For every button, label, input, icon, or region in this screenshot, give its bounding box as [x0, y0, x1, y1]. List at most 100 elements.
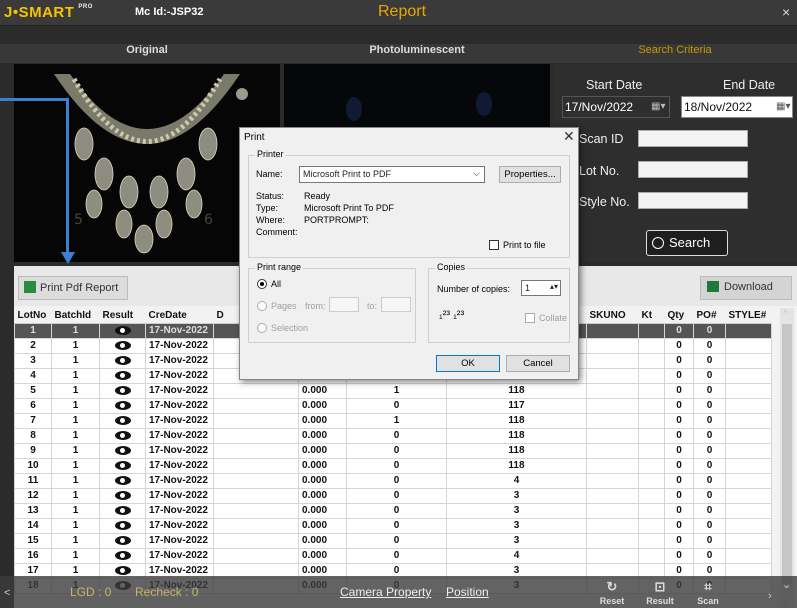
- pages-radio[interactable]: [257, 301, 267, 311]
- qty-cell: 0: [664, 397, 694, 414]
- d-cell: [213, 427, 299, 444]
- reset-button[interactable]: ↻ Reset: [592, 578, 632, 608]
- collate-checkbox[interactable]: [525, 313, 535, 323]
- title-bar: J•SMART PRO Mc Id:-JSP32 Report ×: [0, 0, 797, 26]
- to-input[interactable]: [381, 297, 411, 312]
- close-icon[interactable]: ✕: [563, 128, 575, 145]
- table-row[interactable]: 11 1 17-Nov-2022 0.000 0 4 0 0: [14, 472, 772, 489]
- table-row[interactable]: 12 1 17-Nov-2022 0.000 0 3 0 0: [14, 487, 772, 504]
- table-row[interactable]: 13 1 17-Nov-2022 0.000 0 3 0 0: [14, 502, 772, 519]
- scroll-right-icon[interactable]: ›: [768, 590, 772, 602]
- style-no-input[interactable]: [638, 192, 748, 209]
- eye-icon[interactable]: [114, 475, 131, 485]
- qty-cell: 0: [664, 337, 694, 354]
- vertical-scrollbar[interactable]: ^ v: [780, 308, 794, 608]
- eye-icon[interactable]: [114, 445, 131, 455]
- style-cell: [725, 412, 772, 429]
- weight-cell: 0.000: [298, 412, 347, 429]
- end-date-value: 18/Nov/2022: [684, 100, 753, 114]
- chevron-down-icon[interactable]: ⌄: [782, 578, 791, 591]
- qty-cell: 0: [664, 532, 694, 549]
- kt-cell: [638, 532, 665, 549]
- eye-icon[interactable]: [114, 355, 131, 365]
- table-row[interactable]: 8 1 17-Nov-2022 0.000 0 118 0 0: [14, 427, 772, 444]
- style-no-label: Style No.: [579, 195, 630, 209]
- eye-icon[interactable]: [114, 535, 131, 545]
- po-cell: 0: [693, 487, 726, 504]
- camera-property-link[interactable]: Camera Property: [340, 585, 431, 599]
- col-skuno[interactable]: SKUNO: [586, 308, 639, 324]
- col-po[interactable]: PO#: [693, 308, 726, 324]
- ok-button[interactable]: OK: [436, 355, 500, 372]
- result-cell: [99, 472, 146, 489]
- scan-button[interactable]: ⌗ Scan: [688, 578, 728, 608]
- table-row[interactable]: 6 1 17-Nov-2022 0.000 0 117 0 0: [14, 397, 772, 414]
- selection-radio[interactable]: [257, 323, 267, 333]
- download-button[interactable]: Download: [700, 276, 792, 300]
- calendar-icon[interactable]: ▦▾: [651, 101, 665, 112]
- col-credate[interactable]: CreDate: [145, 308, 214, 324]
- po-cell: 0: [693, 442, 726, 459]
- start-date-field[interactable]: 17/Nov/2022 ▦▾: [562, 96, 670, 118]
- printer-group-label: Printer: [255, 149, 286, 159]
- col-batchid[interactable]: BatchId: [51, 308, 100, 324]
- table-row[interactable]: 9 1 17-Nov-2022 0.000 0 118 0 0: [14, 442, 772, 459]
- position-link[interactable]: Position: [446, 585, 489, 599]
- table-row[interactable]: 7 1 17-Nov-2022 0.000 1 118 0 0: [14, 412, 772, 429]
- properties-button[interactable]: Properties...: [499, 166, 561, 183]
- col-result[interactable]: Result: [99, 308, 146, 324]
- table-row[interactable]: 16 1 17-Nov-2022 0.000 0 4 0 0: [14, 547, 772, 564]
- eye-icon[interactable]: [114, 505, 131, 515]
- eye-icon[interactable]: [114, 430, 131, 440]
- eye-icon[interactable]: [114, 520, 131, 530]
- end-date-field[interactable]: 18/Nov/2022 ▦▾: [681, 96, 793, 118]
- eye-icon[interactable]: [114, 550, 131, 560]
- eye-icon[interactable]: [114, 565, 131, 575]
- col-kt[interactable]: Kt: [638, 308, 665, 324]
- col-style[interactable]: STYLE#: [725, 308, 772, 324]
- calendar-icon[interactable]: ▦▾: [776, 101, 790, 112]
- copies-input[interactable]: 1 ▴▾: [521, 280, 561, 296]
- eye-icon[interactable]: [114, 415, 131, 425]
- weight-cell: 0.000: [298, 472, 347, 489]
- total-cell: 118: [446, 427, 587, 444]
- qty-cell: 0: [664, 502, 694, 519]
- batchid-cell: 1: [51, 472, 100, 489]
- spinner-icon[interactable]: ▴▾: [550, 282, 558, 291]
- table-row[interactable]: 14 1 17-Nov-2022 0.000 0 3 0 0: [14, 517, 772, 534]
- eye-icon[interactable]: [114, 490, 131, 500]
- scroll-left-icon[interactable]: <: [4, 587, 10, 599]
- printer-name-select[interactable]: Microsoft Print to PDF ⌵: [299, 166, 485, 183]
- table-row[interactable]: 5 1 17-Nov-2022 0.000 1 118 0 0: [14, 382, 772, 399]
- eye-icon[interactable]: [114, 325, 131, 335]
- table-row[interactable]: 10 1 17-Nov-2022 0.000 0 118 0 0: [14, 457, 772, 474]
- credate-cell: 17-Nov-2022: [145, 367, 214, 384]
- weight-cell: 0.000: [298, 517, 347, 534]
- eye-icon[interactable]: [114, 460, 131, 470]
- col-qty[interactable]: Qty: [664, 308, 694, 324]
- from-input[interactable]: [329, 297, 359, 312]
- scrollbar-thumb[interactable]: [782, 324, 792, 584]
- close-icon[interactable]: ×: [782, 4, 790, 20]
- skuno-cell: [586, 352, 639, 369]
- print-to-file-checkbox[interactable]: [489, 240, 499, 250]
- eye-icon[interactable]: [114, 340, 131, 350]
- scan-id-input[interactable]: [638, 130, 748, 147]
- col-lotno[interactable]: LotNo: [14, 308, 52, 324]
- print-pdf-report-button[interactable]: Print Pdf Report: [18, 276, 128, 300]
- all-radio[interactable]: [257, 279, 267, 289]
- lot-no-input[interactable]: [638, 161, 748, 178]
- reset-icon: ↻: [606, 579, 618, 594]
- eye-icon[interactable]: [114, 370, 131, 380]
- search-button[interactable]: Search: [646, 230, 728, 256]
- scroll-up-icon[interactable]: ^: [783, 308, 788, 320]
- batchid-cell: 1: [51, 487, 100, 504]
- eye-icon[interactable]: [114, 400, 131, 410]
- eye-icon[interactable]: [114, 385, 131, 395]
- name-label: Name:: [256, 169, 283, 179]
- cancel-button[interactable]: Cancel: [506, 355, 570, 372]
- result-button[interactable]: ⊡ Result: [640, 578, 680, 608]
- table-row[interactable]: 15 1 17-Nov-2022 0.000 0 3 0 0: [14, 532, 772, 549]
- d-cell: [213, 412, 299, 429]
- skuno-cell: [586, 412, 639, 429]
